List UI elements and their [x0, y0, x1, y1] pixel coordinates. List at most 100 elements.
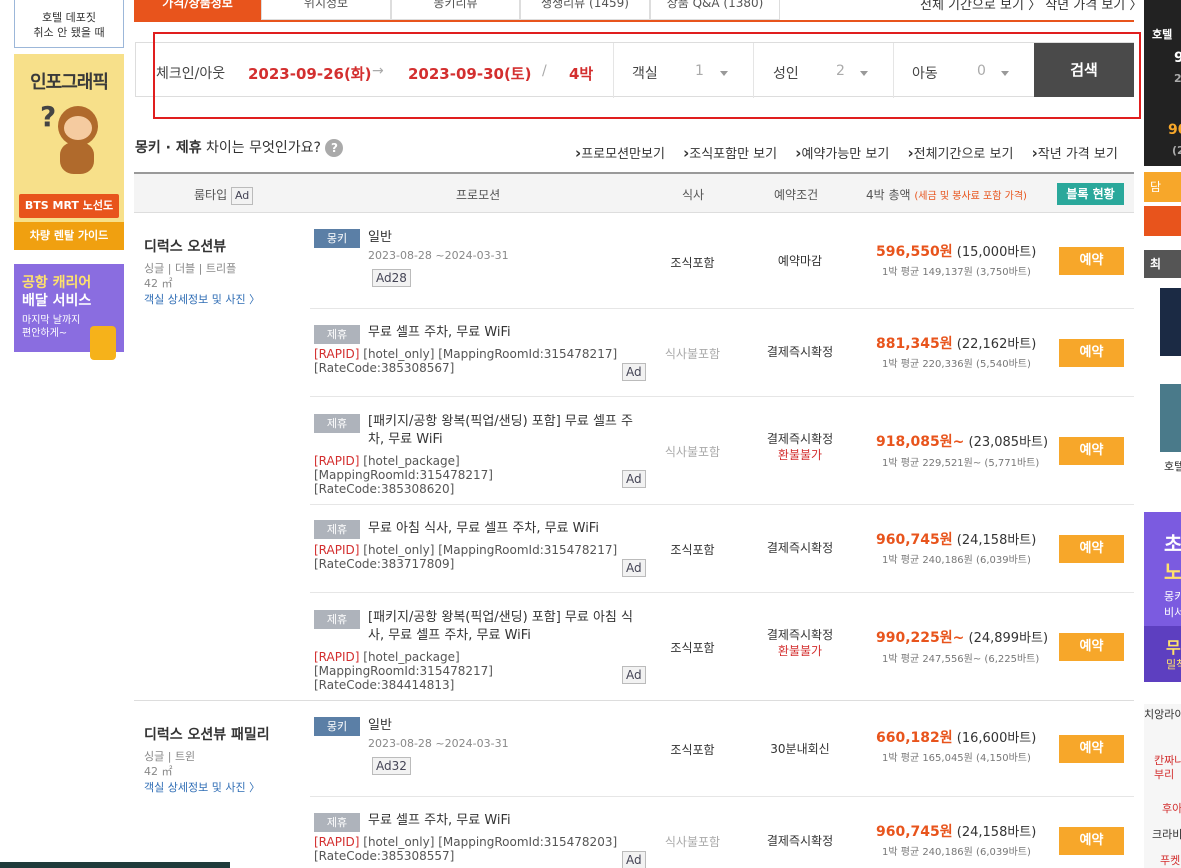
avg-price: 1박 평균 149,137원 (3,750바트): [882, 267, 1031, 278]
booking-condition: 결제즉시확정 환불불가: [766, 432, 834, 462]
booking-condition: 결제즉시확정 환불불가: [766, 628, 834, 658]
tabs-right-links[interactable]: 전체 기간으로 보기 〉 작년 가격 보기 〉: [920, 0, 1142, 13]
reserve-button[interactable]: [1144, 206, 1181, 236]
book-button[interactable]: 예약: [1059, 735, 1124, 763]
avg-price: 1박 평균 165,045원 (4,150바트): [882, 753, 1031, 764]
product-tabs: 가격/상품정보 위치정보 몽키리뷰 생생리뷰 (1459) 상품 Q&A (13…: [134, 0, 1142, 22]
recent-hotel-thumb[interactable]: [1160, 288, 1181, 356]
promo-title: 무료 셀프 주차, 무료 WiFi: [368, 325, 511, 340]
room-detail-link[interactable]: 객실 상세정보 및 사진 〉: [144, 291, 260, 307]
partner-info-text: 차이는 무엇인가요?: [201, 140, 321, 156]
avg-price: 1박 평균 220,336원 (5,540바트): [882, 359, 1031, 370]
booking-condition: 예약마감: [777, 254, 823, 268]
partner-info[interactable]: 몽키 · 제휴 차이는 무엇인가요? ?: [135, 137, 344, 157]
avg-price: 1박 평균 229,521원~ (5,771바트): [882, 458, 1040, 469]
bts-mrt-map-button[interactable]: BTS MRT 노선도: [19, 194, 119, 218]
promo-dates: 2023-08-28 ~2024-03-31: [368, 249, 509, 262]
promo-title: [패키지/공항 왕복(픽업/샌딩) 포함] 무료 셀프 주차, 무료 WiFi: [368, 414, 633, 447]
book-button[interactable]: 예약: [1059, 535, 1124, 563]
filter-promotion-only[interactable]: 프로모션만보기: [575, 147, 665, 162]
book-button[interactable]: 예약: [1059, 827, 1124, 855]
header-ad-badge: Ad: [230, 187, 254, 205]
room-size: 42 ㎡: [144, 765, 173, 778]
monkey-mascot-icon: ?: [40, 100, 102, 178]
partner-info-bold: 몽키 · 제휴: [135, 140, 202, 156]
highlight-box: [153, 32, 1141, 119]
header-promotion: 프로모션: [456, 188, 501, 202]
block-status-button[interactable]: 블록 현황: [1057, 183, 1124, 205]
recent-hotel-thumb[interactable]: [1160, 384, 1181, 452]
tag-partner: 제휴: [314, 414, 360, 433]
luggage-icon: [90, 326, 116, 360]
rapid-info: [RAPID] [hotel_only] [MappingRoomId:3154…: [314, 543, 618, 571]
recent-hotel-label: 호텔: [1164, 460, 1181, 473]
infographic-banner[interactable]: 인포그래픽 ? BTS MRT 노선도 차량 렌탈 가이드: [14, 54, 124, 250]
total-price: 960,745원 (24,158바트): [876, 532, 1037, 548]
total-price: 596,550원 (15,000바트): [876, 244, 1037, 260]
filter-full-period[interactable]: 전체기간으로 보기: [907, 147, 1013, 162]
cart-button[interactable]: 담: [1144, 172, 1181, 202]
promo-ad-badge: Ad28: [372, 269, 411, 287]
filter-last-year-price[interactable]: 작년 가격 보기: [1032, 147, 1118, 162]
book-button[interactable]: 예약: [1059, 437, 1124, 465]
table-row: 제휴 [패키지/공항 왕복(픽업/샌딩) 포함] 무료 아침 식사, 무료 셀프…: [310, 593, 1134, 701]
rapid-ad-badge: Ad: [622, 666, 646, 684]
airport-carrier-banner[interactable]: 공항 캐리어 배달 서비스 마지막 날까지 편안하게~: [14, 264, 124, 360]
total-price: 660,182원 (16,600바트): [876, 730, 1037, 746]
tag-monkey: 몽키: [314, 229, 360, 248]
deposit-line2: 취소 안 됐을 때: [33, 26, 105, 39]
total-price: 881,345원 (22,162바트): [876, 336, 1037, 352]
bottom-bar: [0, 862, 230, 868]
table-row: 몽키 일반 2023-08-28 ~2024-03-31 Ad32 조식포함 3…: [310, 701, 1134, 797]
table-row: 몽키 일반 2023-08-28 ~2024-03-31 Ad28 조식포함 예…: [310, 213, 1134, 309]
infographic-title: 인포그래픽: [30, 72, 109, 93]
room-beds: 싱글 | 트윈: [144, 750, 196, 763]
thailand-map[interactable]: 치앙라이 칸짜나 부리 후아 크라비 푸켓: [1144, 704, 1181, 868]
car-rental-guide-button[interactable]: 차량 렌탈 가이드: [14, 222, 124, 250]
tab-live-review[interactable]: 생생리뷰 (1459): [520, 0, 650, 20]
meal-info: 조식포함: [670, 543, 715, 557]
hotel-summary-panel[interactable]: 호텔 9 2 90 (2: [1144, 0, 1181, 166]
promo-title: 일반: [368, 230, 392, 245]
tag-partner: 제휴: [314, 325, 360, 344]
room-size: 42 ㎡: [144, 277, 173, 290]
room-detail-link[interactable]: 객실 상세정보 및 사진 〉: [144, 779, 260, 795]
left-sidebar: 호텔 데포짓 취소 안 됐을 때 인포그래픽 ? BTS MRT 노선도 차량 …: [14, 0, 124, 360]
header-condition: 예약조건: [774, 188, 819, 202]
book-button[interactable]: 예약: [1059, 247, 1124, 275]
filter-breakfast-only[interactable]: 조식포함만 보기: [683, 147, 777, 162]
table-header: 룸타입 Ad 프로모션 식사 예약조건 4박 총액 (세금 및 봉사료 포함 가…: [134, 172, 1134, 213]
total-price: 990,225원~ (24,899바트): [876, 630, 1049, 646]
carrier-line1: 공항 캐리어: [22, 275, 92, 291]
rapid-ad-badge: Ad: [622, 363, 646, 381]
meal-info: 조식포함: [670, 743, 715, 757]
total-price: 918,085원~ (23,085바트): [876, 434, 1049, 450]
table-row: 제휴 무료 셀프 주차, 무료 WiFi [RAPID] [hotel_only…: [310, 309, 1134, 397]
rapid-info: [RAPID] [hotel_only] [MappingRoomId:3154…: [314, 835, 618, 863]
meal-info: 식사불포함: [664, 347, 721, 361]
rapid-ad-badge: Ad: [622, 851, 646, 868]
right-sidebar: 호텔 9 2 90 (2 담 최 호텔 초 노 몽키 비서 무 밀착 치앙라이 …: [1144, 0, 1181, 868]
rapid-ad-badge: Ad: [622, 470, 646, 488]
avg-price: 1박 평균 240,186원 (6,039바트): [882, 555, 1031, 566]
avg-price: 1박 평균 247,556원~ (6,225바트): [882, 654, 1040, 665]
deposit-banner[interactable]: 호텔 데포짓 취소 안 됐을 때: [14, 0, 124, 48]
tag-partner: 제휴: [314, 813, 360, 832]
book-button[interactable]: 예약: [1059, 339, 1124, 367]
promo-banner[interactable]: 무 밀착: [1144, 626, 1181, 682]
deposit-line1: 호텔 데포짓: [41, 11, 97, 24]
filter-available-only[interactable]: 예약가능만 보기: [795, 147, 889, 162]
meal-info: 조식포함: [670, 256, 715, 270]
header-room-type: 룸타입 Ad: [194, 186, 254, 205]
table-row: 제휴 무료 셀프 주차, 무료 WiFi [RAPID] [hotel_only…: [310, 797, 1134, 868]
help-icon[interactable]: ?: [325, 139, 344, 157]
rapid-info: [RAPID] [hotel_only] [MappingRoomId:3154…: [314, 347, 618, 375]
tab-price-info[interactable]: 가격/상품정보: [134, 0, 261, 20]
promo-title: 무료 아침 식사, 무료 셀프 주차, 무료 WiFi: [368, 521, 599, 536]
tab-location[interactable]: 위치정보: [261, 0, 391, 20]
booking-condition: 결제즉시확정: [766, 345, 834, 359]
tab-product-qa[interactable]: 상품 Q&A (1380): [650, 0, 780, 20]
tab-monkey-review[interactable]: 몽키리뷰: [391, 0, 520, 20]
book-button[interactable]: 예약: [1059, 633, 1124, 661]
avg-price: 1박 평균 240,186원 (6,039바트): [882, 847, 1031, 858]
